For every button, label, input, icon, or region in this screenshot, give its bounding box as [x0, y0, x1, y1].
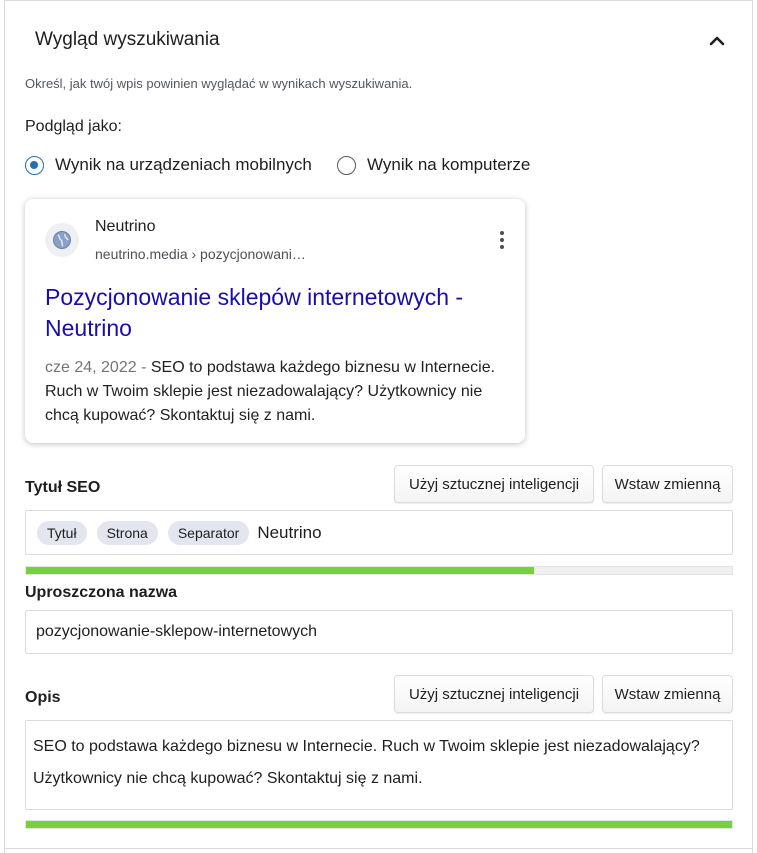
serp-site-name: Neutrino	[95, 218, 156, 235]
serp-site-url: neutrino.media › pozycjonowani…	[95, 246, 306, 262]
slug-label: Uproszczona nazwa	[25, 584, 178, 601]
meta-description-input[interactable]: SEO to podstawa każdego biznesu w Intern…	[25, 720, 733, 810]
radio-mobile-label: Wynik na urządzeniach mobilnych	[55, 155, 312, 174]
more-vertical-icon[interactable]	[495, 231, 509, 251]
meta-description-ai-button[interactable]: Użyj sztucznej inteligencji	[394, 675, 594, 713]
radio-mobile-result[interactable]: Wynik na urządzeniach mobilnych	[25, 153, 312, 177]
seo-title-progress-bar	[25, 566, 733, 575]
radio-desktop-label: Wynik na komputerze	[367, 155, 531, 174]
slug-input[interactable]: pozycjonowanie-sklepow-internetowych	[25, 610, 733, 654]
meta-description-label: Opis	[25, 689, 61, 706]
seo-title-ai-button[interactable]: Użyj sztucznej inteligencji	[394, 465, 594, 503]
panel-bottom-border	[4, 848, 753, 849]
chip-separator[interactable]: Separator	[167, 520, 250, 545]
collapse-button[interactable]	[705, 30, 729, 50]
serp-result-title[interactable]: Pozycjonowanie sklepów internetowych - N…	[45, 282, 515, 344]
radio-desktop[interactable]	[337, 155, 356, 175]
meta-description-progress-fill	[26, 821, 732, 828]
seo-title-progress-fill	[26, 567, 535, 574]
seo-title-input[interactable]: Tytuł Strona Separator Neutrino	[25, 510, 733, 555]
meta-description-insert-variable-button[interactable]: Wstaw zmienną	[602, 675, 733, 713]
seo-title-insert-variable-button[interactable]: Wstaw zmienną	[602, 465, 733, 503]
serp-preview-card: Neutrino neutrino.media › pozycjonowani……	[25, 199, 525, 443]
panel-title: Wygląd wyszukiwania	[35, 29, 220, 50]
serp-snippet: cze 24, 2022 - SEO to podstawa każdego b…	[45, 356, 515, 428]
chip-title[interactable]: Tytuł	[37, 520, 87, 545]
globe-icon	[53, 231, 71, 249]
chip-page[interactable]: Strona	[96, 520, 158, 545]
radio-mobile[interactable]	[25, 155, 44, 175]
radio-desktop-result[interactable]: Wynik na komputerze	[337, 153, 530, 177]
seo-title-text: Neutrino	[257, 522, 322, 542]
serp-date: cze 24, 2022	[45, 359, 137, 376]
site-favicon	[45, 223, 79, 257]
preview-as-label: Podgląd jako:	[25, 118, 122, 135]
seo-title-label: Tytuł SEO	[25, 479, 101, 496]
serp-date-separator: -	[136, 359, 151, 376]
meta-description-progress-bar	[25, 820, 733, 829]
panel-description: Określ, jak twój wpis powinien wyglądać …	[25, 76, 413, 91]
chevron-up-icon	[709, 36, 725, 46]
